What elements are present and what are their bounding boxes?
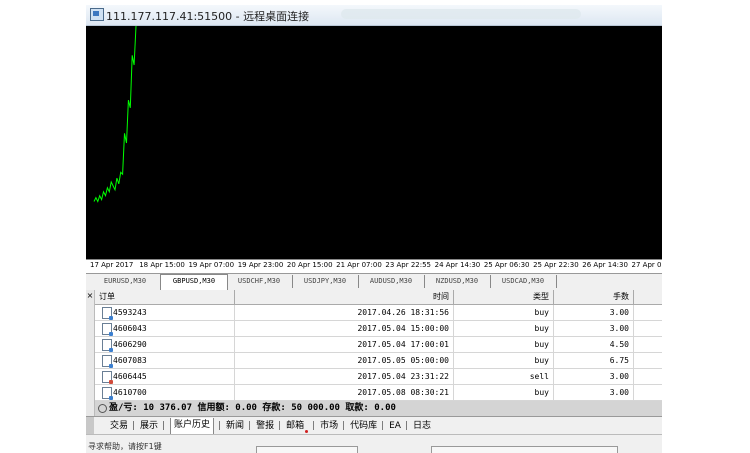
order-type: buy <box>454 321 554 336</box>
status-panel <box>256 446 358 453</box>
order-type: buy <box>454 305 554 320</box>
close-icon[interactable]: × <box>86 290 94 302</box>
terminal-tab[interactable]: 账户历史 <box>170 418 215 435</box>
terminal-tab[interactable]: 交易 <box>110 419 128 433</box>
symbol-tab[interactable]: NZDUSD,M30 <box>424 275 491 288</box>
order-lots: 3.00 <box>554 385 634 400</box>
tab-separator: | <box>132 421 136 431</box>
order-lots: 6.75 <box>554 353 634 368</box>
orders-table-header: 订单 时间 类型 手数 <box>95 290 662 305</box>
terminal-panel: × 订单 时间 类型 手数 4593243 2017.04.26 18:31:56… <box>86 290 662 416</box>
price-chart[interactable] <box>86 26 662 259</box>
terminal-tab[interactable]: 警报 <box>256 419 274 433</box>
symbol-tab[interactable]: AUDUSD,M30 <box>358 275 425 288</box>
terminal-tab[interactable]: 市场 <box>320 419 338 433</box>
order-time: 2017.05.04 23:31:22 <box>235 369 454 384</box>
tab-separator: | <box>248 421 252 431</box>
order-row[interactable]: 4593243 2017.04.26 18:31:56 buy 3.00 <box>95 305 662 321</box>
terminal-side-strip: × <box>86 290 95 416</box>
x-tick-label: 21 Apr 07:00 <box>336 261 382 269</box>
order-id: 4607083 <box>95 353 235 368</box>
terminal-tab[interactable]: 代码库 <box>350 419 377 433</box>
order-id: 4606445 <box>95 369 235 384</box>
order-time: 2017.05.05 05:00:00 <box>235 353 454 368</box>
status-panel <box>431 446 618 453</box>
x-tick-label: 18 Apr 15:00 <box>139 261 185 269</box>
x-tick-label: 24 Apr 14:30 <box>434 261 481 269</box>
terminal-tab[interactable]: 日志 <box>413 419 431 433</box>
remote-desktop-icon <box>90 8 104 21</box>
symbol-tab[interactable]: USDCHF,M30 <box>226 275 293 288</box>
status-text: 寻求帮助，请按F1键 <box>88 442 162 451</box>
order-time: 2017.05.08 08:30:21 <box>235 385 454 400</box>
order-type: buy <box>454 353 554 368</box>
symbol-tab[interactable]: USDCAD,M30 <box>490 275 557 288</box>
status-bar: 寻求帮助，请按F1键 <box>86 434 662 453</box>
title-bar[interactable]: 111.177.117.41:51500 - 远程桌面连接 <box>86 5 662 26</box>
order-row[interactable]: 4606290 2017.05.04 17:00:01 buy 4.50 <box>95 337 662 353</box>
order-row[interactable]: 4606445 2017.05.04 23:31:22 sell 3.00 <box>95 369 662 385</box>
order-id: 4606043 <box>95 321 235 336</box>
column-order[interactable]: 订单 <box>95 290 235 304</box>
x-tick-label: 27 Apr 06 <box>631 261 662 269</box>
order-time: 2017.05.04 17:00:01 <box>235 337 454 352</box>
tab-separator: | <box>162 421 166 431</box>
terminal-vertical-label <box>86 417 94 435</box>
mail-badge-icon <box>305 430 309 433</box>
remote-desktop-window: 111.177.117.41:51500 - 远程桌面连接 17 Apr 201… <box>86 5 662 453</box>
order-time: 2017.05.04 15:00:00 <box>235 321 454 336</box>
x-tick-label: 25 Apr 06:30 <box>483 261 530 269</box>
tab-separator: | <box>381 421 385 431</box>
terminal-tab-bar: 交易 | 展示 | 账户历史 | 新闻 | 警报 | 邮箱 | 市场 | 代码库 | EA | 日志 <box>86 416 662 435</box>
order-id: 4606290 <box>95 337 235 352</box>
symbol-tab-bar: EURUSD,M30 GBPUSD,M30 USDCHF,M30 USDJPY,M30… <box>86 273 662 291</box>
order-row[interactable]: 4607083 2017.05.05 05:00:00 buy 6.75 <box>95 353 662 369</box>
chart-canvas <box>93 26 137 203</box>
x-tick-label: 23 Apr 22:55 <box>385 261 432 269</box>
terminal-tab[interactable]: 展示 <box>140 419 158 433</box>
column-time[interactable]: 时间 <box>235 290 454 304</box>
tab-separator: | <box>278 421 282 431</box>
time-axis: 17 Apr 2017 18 Apr 15:00 19 Apr 07:00 19 Ap… <box>86 259 662 274</box>
summary-text: 盈/亏: 10 376.07 信用额: 0.00 存款: 50 000.00 取… <box>109 403 396 413</box>
column-type[interactable]: 类型 <box>454 290 554 304</box>
price-line <box>93 26 137 203</box>
tab-separator: | <box>218 421 222 431</box>
order-id: 4593243 <box>95 305 235 320</box>
symbol-tab[interactable]: GBPUSD,M30 <box>160 274 228 290</box>
order-lots: 4.50 <box>554 337 634 352</box>
symbol-tab[interactable]: USDJPY,M30 <box>292 275 359 288</box>
tab-separator: | <box>342 421 346 431</box>
symbol-tab[interactable]: EURUSD,M30 <box>90 275 161 288</box>
order-type: sell <box>454 369 554 384</box>
order-time: 2017.04.26 18:31:56 <box>235 305 454 320</box>
order-row[interactable]: 4610700 2017.05.08 08:30:21 buy 3.00 <box>95 385 662 401</box>
window-title: 111.177.117.41:51500 - 远程桌面连接 <box>106 10 310 23</box>
account-summary-row: 盈/亏: 10 376.07 信用额: 0.00 存款: 50 000.00 取… <box>95 401 662 416</box>
summary-icon <box>98 404 107 413</box>
order-lots: 3.00 <box>554 369 634 384</box>
column-lots[interactable]: 手数 <box>554 290 634 304</box>
order-type: buy <box>454 337 554 352</box>
order-type: buy <box>454 385 554 400</box>
terminal-tab[interactable]: 邮箱 <box>286 419 309 433</box>
terminal-tab[interactable]: EA <box>389 419 401 433</box>
x-tick-label: 19 Apr 23:00 <box>237 261 284 269</box>
terminal-tab[interactable]: 新闻 <box>226 419 244 433</box>
blurred-region <box>341 9 581 19</box>
x-tick-label: 20 Apr 15:00 <box>286 261 333 269</box>
order-row[interactable]: 4606043 2017.05.04 15:00:00 buy 3.00 <box>95 321 662 337</box>
order-lots: 3.00 <box>554 321 634 336</box>
order-lots: 3.00 <box>554 305 634 320</box>
x-tick-label: 17 Apr 2017 <box>90 261 134 269</box>
order-id: 4610700 <box>95 385 235 400</box>
x-tick-label: 26 Apr 14:30 <box>582 261 628 269</box>
tab-separator: | <box>312 421 316 431</box>
x-tick-label: 25 Apr 22:30 <box>533 261 579 269</box>
tab-separator: | <box>404 421 409 431</box>
x-tick-label: 19 Apr 07:00 <box>188 261 235 269</box>
